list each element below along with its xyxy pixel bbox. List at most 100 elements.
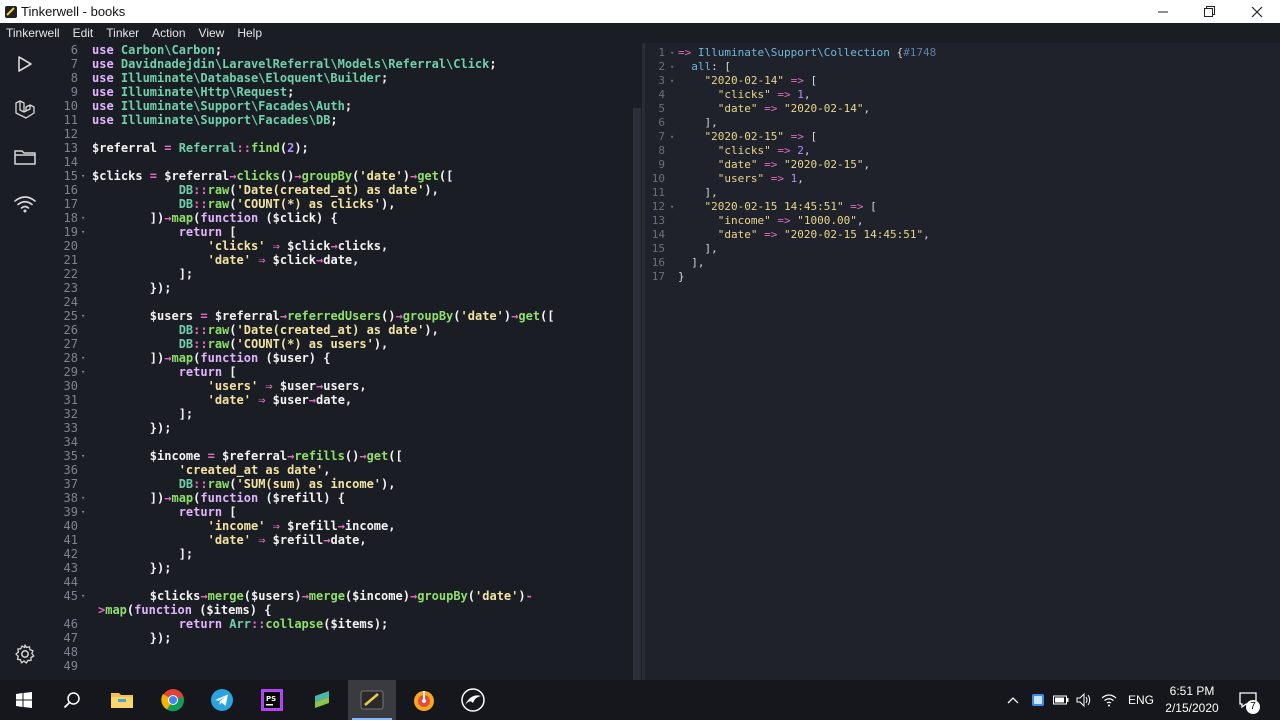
fold-toggle-icon[interactable]: ▾ xyxy=(81,225,85,239)
code-line[interactable]: 8 use Illuminate\Database\Eloquent\Builde… xyxy=(50,71,632,85)
fold-toggle-icon[interactable]: ▾ xyxy=(81,309,85,323)
fold-toggle-icon[interactable]: ▾ xyxy=(670,60,674,74)
fold-toggle-icon[interactable]: ▾ xyxy=(670,200,674,214)
code-text: ]; xyxy=(92,407,193,421)
code-line[interactable]: 19 ▾ return [ xyxy=(50,225,632,239)
code-line[interactable]: 14 xyxy=(50,155,632,169)
fold-toggle-icon[interactable]: ▾ xyxy=(81,491,85,505)
code-line[interactable]: 39 ▾ return [ xyxy=(50,505,632,519)
chrome-icon[interactable] xyxy=(149,680,197,720)
menu-view[interactable]: View xyxy=(199,26,225,40)
menu-tinkerwell[interactable]: Tinkerwell xyxy=(6,26,60,40)
code-line[interactable]: 42 ]; xyxy=(50,547,632,561)
code-line[interactable]: 6 use Carbon\Carbon; xyxy=(50,43,632,57)
code-token: ; xyxy=(330,113,338,127)
fold-toggle-icon[interactable]: ▾ xyxy=(81,589,85,603)
code-line[interactable]: 37 DB::raw('SUM(sum) as income'), xyxy=(50,477,632,491)
code-line[interactable]: 36 'created_at as date', xyxy=(50,463,632,477)
windows-start-icon[interactable] xyxy=(0,680,48,720)
minimize-icon[interactable] xyxy=(1139,0,1186,23)
code-line[interactable]: 25 ▾ $users = $referral→referredUsers()→g… xyxy=(50,309,632,323)
code-line[interactable]: 49 xyxy=(50,659,632,673)
system-clock[interactable]: 6:51 PM 2/15/2020 xyxy=(1158,683,1226,717)
code-line[interactable]: 11 use Illuminate\Support\Facades\DB; xyxy=(50,113,632,127)
battery-icon[interactable] xyxy=(1050,680,1072,720)
code-line[interactable]: 38 ▾ ])→map(function ($refill) { xyxy=(50,491,632,505)
code-line[interactable]: 12 xyxy=(50,127,632,141)
code-line[interactable]: 32 ]; xyxy=(50,407,632,421)
fold-toggle-icon[interactable]: ▾ xyxy=(81,505,85,519)
code-line[interactable]: 10 use Illuminate\Support\Facades\Auth; xyxy=(50,99,632,113)
code-line[interactable]: 17 DB::raw('COUNT(*) as clicks'), xyxy=(50,197,632,211)
code-line[interactable]: 24 xyxy=(50,295,632,309)
code-line[interactable]: 26 DB::raw('Date(created_at) as date'), xyxy=(50,323,632,337)
code-line[interactable]: 48 xyxy=(50,645,632,659)
code-line[interactable]: 16 DB::raw('Date(created_at) as date'), xyxy=(50,183,632,197)
code-line[interactable]: 18 ▾ ])→map(function ($click) { xyxy=(50,211,632,225)
code-line[interactable]: 47 }); xyxy=(50,631,632,645)
code-line[interactable]: 44 xyxy=(50,575,632,589)
code-line[interactable]: 23 }); xyxy=(50,281,632,295)
gear-icon[interactable] xyxy=(10,639,40,669)
onedrive-icon[interactable] xyxy=(1027,680,1049,720)
code-line[interactable]: 33 }); xyxy=(50,421,632,435)
search-icon[interactable] xyxy=(48,680,96,720)
telegram-icon[interactable] xyxy=(198,680,246,720)
code-line[interactable]: 15 ▾ $clicks = $referral→clicks()→groupBy(… xyxy=(50,169,632,183)
music-icon[interactable] xyxy=(400,680,448,720)
menu-tinker[interactable]: Tinker xyxy=(106,26,139,40)
code-line[interactable]: 9 use Illuminate\Http\Request; xyxy=(50,85,632,99)
code-line[interactable]: 28 ▾ ])→map(function ($user) { xyxy=(50,351,632,365)
fold-toggle-icon[interactable]: ▾ xyxy=(81,211,85,225)
code-line[interactable]: 41 'date' ⇒ $refill→date, xyxy=(50,533,632,547)
fold-toggle-icon[interactable]: ▾ xyxy=(670,130,674,144)
code-editor[interactable]: 6 use Carbon\Carbon; 7 use Davidnadejdin\La… xyxy=(50,43,632,680)
fold-toggle-icon[interactable]: ▾ xyxy=(81,449,85,463)
fold-toggle-icon[interactable]: ▾ xyxy=(670,46,674,60)
fold-toggle-icon[interactable]: ▾ xyxy=(670,74,674,88)
tinkerwell-taskbar-icon[interactable] xyxy=(348,680,396,720)
laravel-icon[interactable] xyxy=(10,95,40,125)
output-text: => Illuminate\Support\Collection {#1748 xyxy=(678,46,936,60)
code-line[interactable]: 46 return Arr::collapse($items); xyxy=(50,617,632,631)
language-indicator[interactable]: ENG xyxy=(1128,680,1154,720)
code-line[interactable]: 31 'date' ⇒ $user→date, xyxy=(50,393,632,407)
fold-toggle-icon[interactable]: ▾ xyxy=(81,365,85,379)
fold-toggle-icon[interactable]: ▾ xyxy=(81,169,85,183)
code-token: find xyxy=(250,141,280,155)
browser-icon[interactable] xyxy=(449,680,497,720)
code-line[interactable]: 21 'date' ⇒ $click→date, xyxy=(50,253,632,267)
chevron-up-icon[interactable] xyxy=(1003,680,1023,720)
sublime-icon[interactable] xyxy=(298,680,346,720)
menu-help[interactable]: Help xyxy=(237,26,262,40)
menu-action[interactable]: Action xyxy=(152,26,185,40)
network-icon[interactable] xyxy=(1098,680,1120,720)
fold-toggle-icon[interactable]: ▾ xyxy=(81,351,85,365)
editor-scrollbar-thumb[interactable] xyxy=(633,108,641,680)
code-line[interactable]: 43 }); xyxy=(50,561,632,575)
code-line[interactable]: 22 ]; xyxy=(50,267,632,281)
phpstorm-icon[interactable]: PS xyxy=(248,680,296,720)
menu-edit[interactable]: Edit xyxy=(73,26,94,40)
editor-scrollbar[interactable] xyxy=(632,43,642,680)
run-icon[interactable] xyxy=(10,49,40,79)
code-line[interactable]: 45 ▾ $clicks→merge($users)→merge($income)… xyxy=(50,589,632,603)
code-line[interactable]: 35 ▾ $income = $referral→refills()→get([ xyxy=(50,449,632,463)
code-line[interactable]: 40 'income' ⇒ $refill→income, xyxy=(50,519,632,533)
volume-icon[interactable] xyxy=(1073,680,1095,720)
output-line-number: 9 xyxy=(658,158,665,171)
restore-icon[interactable] xyxy=(1186,0,1233,23)
close-icon[interactable] xyxy=(1233,0,1280,23)
file-explorer-icon[interactable] xyxy=(98,680,146,720)
code-line[interactable]: 7 use Davidnadejdin\LaravelReferral\Model… xyxy=(50,57,632,71)
code-line[interactable]: 27 DB::raw('COUNT(*) as users'), xyxy=(50,337,632,351)
code-line[interactable]: >map(function ($items) { xyxy=(50,603,632,617)
code-line[interactable]: 13 $referral = Referral::find(2); xyxy=(50,141,632,155)
folder-icon[interactable] xyxy=(10,141,40,171)
code-line[interactable]: 20 'clicks' ⇒ $click→clicks, xyxy=(50,239,632,253)
wifi-icon[interactable] xyxy=(10,189,40,219)
code-line[interactable]: 30 'users' ⇒ $user→users, xyxy=(50,379,632,393)
code-line[interactable]: 34 xyxy=(50,435,632,449)
code-line[interactable]: 29 ▾ return [ xyxy=(50,365,632,379)
